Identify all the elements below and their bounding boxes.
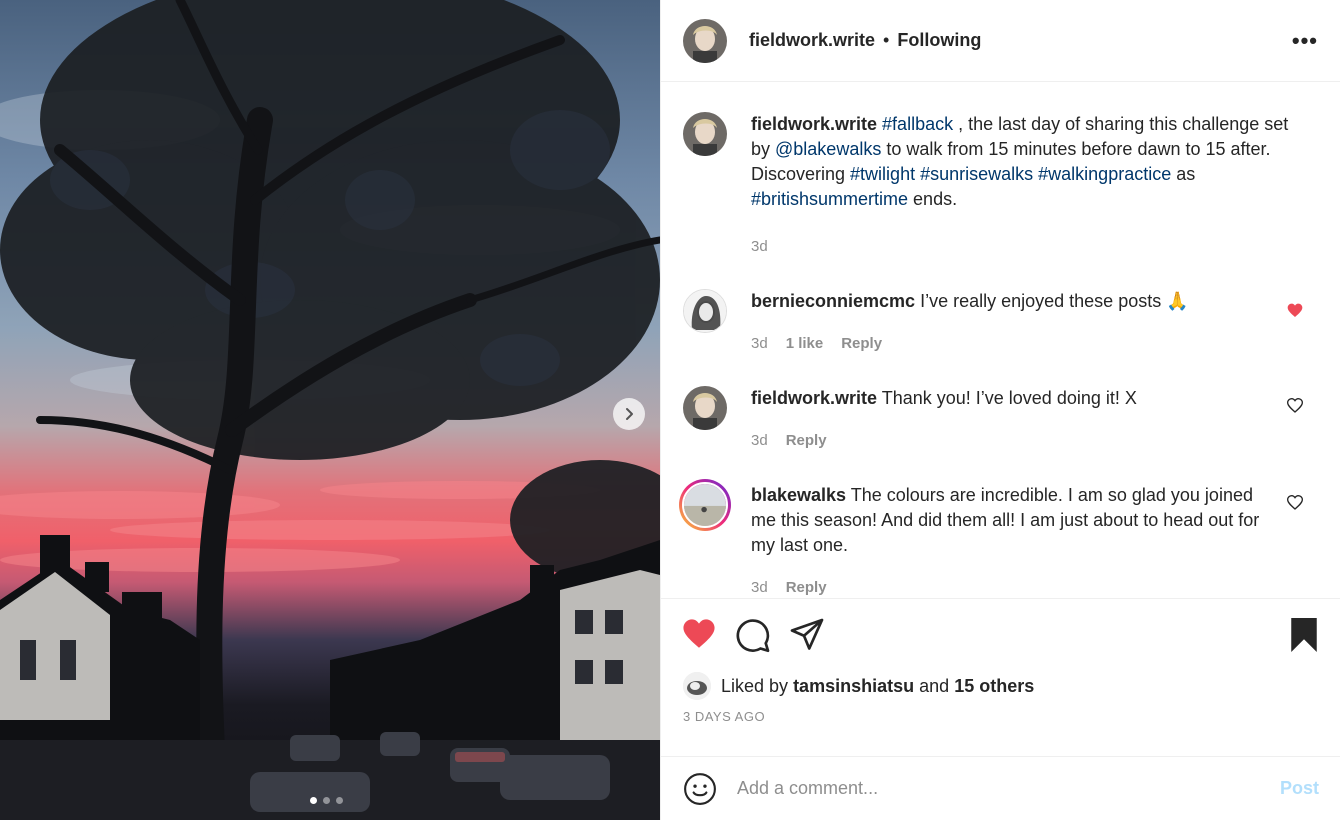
commenter-avatar[interactable] [683, 289, 727, 333]
liker-avatar[interactable] [683, 672, 711, 700]
comment-username[interactable]: bernieconniemcmc [751, 291, 915, 311]
post-details-panel: fieldwork.write • Following ••• fieldwor… [660, 0, 1340, 820]
likes-summary: Liked by tamsinshiatsu and 15 others [661, 671, 1340, 701]
commenter-avatar-story-ring[interactable] [679, 479, 731, 531]
comment-text: Thank you! I’ve loved doing it! X [881, 388, 1137, 408]
next-image-button[interactable] [613, 398, 645, 430]
chevron-right-icon [626, 408, 633, 420]
post-actions: Liked by tamsinshiatsu and 15 others 3 D… [661, 598, 1340, 724]
liked-by-prefix: Liked by [721, 675, 789, 696]
comment-item: bernieconniemcmc I’ve really enjoyed the… [683, 289, 1319, 356]
comment-time[interactable]: 3d [751, 428, 768, 453]
emoji-smiley-icon[interactable] [683, 772, 717, 806]
carousel-dot-1 [310, 797, 317, 804]
author-username[interactable]: fieldwork.write [749, 30, 875, 51]
post-comment-button[interactable]: Post [1280, 778, 1319, 799]
comment-time[interactable]: 3d [751, 575, 768, 598]
add-comment-bar: Post [661, 756, 1340, 820]
comment-item: fieldwork.write Thank you! I’ve loved do… [683, 386, 1319, 453]
comment-meta: 3d Reply [751, 575, 1279, 598]
comment-username[interactable]: blakewalks [751, 485, 846, 505]
reply-button[interactable]: Reply [786, 575, 827, 598]
reply-button[interactable]: Reply [841, 331, 882, 356]
comment-meta: 3d 1 like Reply [751, 331, 1279, 356]
post-photo[interactable] [0, 0, 660, 820]
caption-hashtag-link[interactable]: #twilight [850, 164, 915, 184]
post-header: fieldwork.write • Following ••• [661, 0, 1340, 82]
caption-hashtag-link[interactable]: #sunrisewalks [920, 164, 1033, 184]
share-send-icon[interactable] [789, 617, 825, 653]
caption-username[interactable]: fieldwork.write [751, 114, 877, 134]
liked-by-and: and [919, 675, 950, 696]
caption-hashtag-link[interactable]: @blakewalks [775, 139, 881, 159]
caption-text-segment: as [1171, 164, 1196, 184]
reply-button[interactable]: Reply [786, 428, 827, 453]
following-button[interactable]: Following [897, 30, 981, 51]
more-options-icon[interactable]: ••• [1292, 28, 1318, 54]
action-icons-bar [661, 599, 1340, 671]
caption-hashtag-link[interactable]: #britishsummertime [751, 189, 908, 209]
caption-hashtag-link[interactable]: #fallback [882, 114, 953, 134]
comment-likes[interactable]: 1 like [786, 331, 824, 356]
comments-list[interactable]: fieldwork.write #fallback , the last day… [661, 82, 1340, 598]
carousel-dot-2 [323, 797, 330, 804]
caption-text: fieldwork.write #fallback , the last day… [751, 112, 1307, 212]
liked-by-others[interactable]: 15 others [954, 676, 1034, 697]
caption-hashtag-link[interactable]: #walkingpractice [1038, 164, 1171, 184]
comment-username[interactable]: fieldwork.write [751, 388, 877, 408]
comment-icon[interactable] [735, 617, 771, 653]
comment-item: blakewalks The colours are incredible. I… [679, 479, 1319, 598]
caption-meta: 3d [751, 234, 1307, 259]
liked-by-user[interactable]: tamsinshiatsu [793, 676, 914, 697]
comment-text: I’ve really enjoyed these posts 🙏 [920, 291, 1189, 311]
like-heart-icon[interactable] [681, 618, 717, 652]
post-date[interactable]: 3 DAYS AGO [661, 701, 1340, 724]
comment-meta: 3d Reply [751, 428, 1279, 453]
comment-input[interactable] [737, 778, 1280, 799]
comment-like-heart-icon[interactable] [1287, 398, 1303, 414]
carousel-dots [310, 797, 343, 804]
caption-text-segment: ends. [908, 189, 958, 209]
caption-avatar[interactable] [683, 112, 727, 156]
comment-like-heart-icon[interactable] [1287, 303, 1303, 319]
commenter-avatar[interactable] [683, 386, 727, 430]
comment-like-heart-icon[interactable] [1287, 495, 1303, 511]
caption: fieldwork.write #fallback , the last day… [683, 112, 1319, 259]
bookmark-icon[interactable] [1287, 616, 1321, 654]
sunset-tree-image [0, 0, 660, 820]
carousel-dot-3 [336, 797, 343, 804]
comment-time[interactable]: 3d [751, 331, 768, 356]
author-avatar[interactable] [683, 18, 727, 63]
caption-time[interactable]: 3d [751, 234, 768, 259]
header-separator: • [883, 30, 890, 50]
